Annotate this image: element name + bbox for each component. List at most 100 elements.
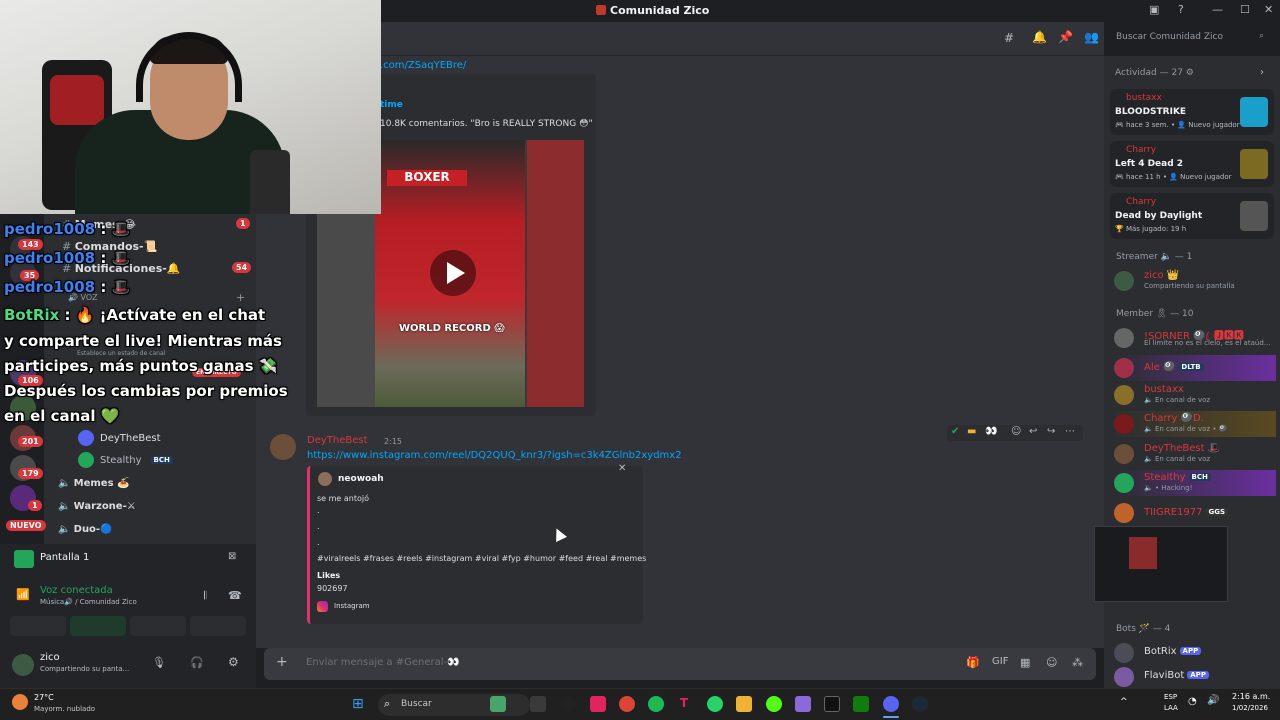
message-link[interactable]: .com/ZSaqYEBre/ bbox=[380, 60, 466, 71]
apps-icon[interactable]: ⁂ bbox=[1072, 656, 1083, 669]
minimize-button[interactable]: — bbox=[1212, 3, 1223, 16]
weather-desc: Mayorm. nublado bbox=[34, 705, 96, 713]
reply-icon[interactable]: ↩ bbox=[1029, 426, 1037, 437]
taskbar-search[interactable]: ⌕ Buscar bbox=[378, 694, 530, 716]
avatar bbox=[318, 472, 332, 486]
stop-share-icon[interactable]: ⊠ bbox=[228, 551, 236, 562]
folder-icon[interactable] bbox=[736, 696, 752, 712]
windows-start-icon[interactable]: ⊞ bbox=[352, 696, 364, 712]
bell-icon[interactable]: 🔔 bbox=[1032, 30, 1047, 44]
voice-user[interactable]: DeyTheBest bbox=[78, 430, 161, 446]
pin-icon[interactable]: 📌 bbox=[1058, 30, 1073, 44]
gear-icon[interactable]: ⚙ bbox=[228, 655, 239, 669]
add-reaction-icon[interactable]: ☺ bbox=[1011, 426, 1021, 437]
member-item[interactable]: Charry 🎱D. 🔈 En canal de voz • 🎱 bbox=[1114, 411, 1276, 437]
tray-chevron-icon[interactable]: ^ bbox=[1120, 697, 1128, 707]
taskbar-app-icon[interactable] bbox=[561, 696, 577, 712]
activity-card[interactable]: Charry Dead by Daylight 🏆 Más jugado: 19… bbox=[1110, 193, 1274, 239]
maximize-button[interactable]: ☐ bbox=[1240, 3, 1250, 16]
taskbar-app-icon[interactable]: T bbox=[676, 696, 692, 712]
more-icon[interactable]: ⋯ bbox=[1065, 426, 1075, 437]
discord-icon[interactable] bbox=[883, 696, 899, 712]
voice-channel-duo[interactable]: 🔈 Duo-🔵 bbox=[58, 524, 113, 535]
close-embed-icon[interactable]: ✕ bbox=[618, 463, 626, 474]
streamer-header: Streamer 🔈 — 1 bbox=[1116, 252, 1193, 262]
embed-provider[interactable]: time bbox=[380, 100, 403, 110]
help-icon[interactable]: ? bbox=[1178, 3, 1184, 16]
chevron-right-icon[interactable]: › bbox=[1260, 67, 1264, 78]
close-button[interactable]: ✕ bbox=[1264, 3, 1273, 16]
screen-preview[interactable] bbox=[1094, 526, 1228, 602]
message-author[interactable]: DeyTheBest bbox=[307, 435, 368, 446]
volume-icon[interactable]: 🔊 bbox=[1207, 695, 1219, 706]
sticker-icon[interactable]: ▦ bbox=[1020, 656, 1030, 669]
voice-channel-memes[interactable]: 🔈 Memes 🍝 bbox=[58, 478, 129, 489]
whatsapp-icon[interactable] bbox=[707, 696, 723, 712]
activity-card[interactable]: Charry Left 4 Dead 2 🎮 hace 11 h • 👤 Nue… bbox=[1110, 141, 1274, 187]
add-attachment-icon[interactable]: + bbox=[276, 654, 288, 670]
taskbar-app-icon[interactable] bbox=[795, 696, 811, 712]
activities-button[interactable] bbox=[130, 616, 186, 636]
member-item[interactable]: !SORNER 🎱ꦿ🅹🅺🅺 El limite no es el cielo, e… bbox=[1114, 325, 1276, 351]
voice-channel-warzone[interactable]: 🔈 Warzone-⚔ bbox=[58, 501, 136, 512]
member-item[interactable]: zico 👑 Compartiendo su pantalla bbox=[1114, 268, 1276, 294]
weather-icon[interactable] bbox=[12, 694, 28, 710]
embed-author[interactable]: neowoah bbox=[338, 474, 384, 484]
flag-reaction-icon[interactable]: ▬ bbox=[967, 426, 976, 437]
eyes-reaction-icon[interactable]: 👀 bbox=[985, 426, 997, 437]
wifi-icon[interactable]: ◔ bbox=[1188, 696, 1197, 707]
member-item[interactable]: bustaxx 🔈 En canal de voz bbox=[1114, 382, 1276, 408]
search-input[interactable]: Buscar Comunidad Zico ⌕ bbox=[1110, 28, 1270, 48]
tiktok-icon[interactable] bbox=[590, 696, 606, 712]
kick-icon[interactable] bbox=[766, 696, 782, 712]
member-item[interactable]: Ale 🎱 DLTB bbox=[1114, 355, 1276, 381]
member-item[interactable]: DeyTheBest 🎩 🔈 En canal de voz bbox=[1114, 441, 1276, 467]
member-item[interactable]: BotRix APP bbox=[1114, 640, 1276, 666]
search-icon: ⌕ bbox=[384, 697, 391, 710]
voice-status[interactable]: Voz conectada bbox=[40, 585, 113, 596]
capcut-icon[interactable] bbox=[824, 696, 840, 712]
threads-icon[interactable]: # bbox=[1004, 31, 1014, 45]
message-time: 2:15 bbox=[384, 437, 402, 446]
gift-icon[interactable]: 🎁 bbox=[966, 656, 980, 669]
inbox-icon[interactable]: ▣ bbox=[1149, 3, 1159, 16]
stream-button[interactable] bbox=[70, 616, 126, 636]
voice-user[interactable]: Stealthy BCH bbox=[78, 452, 173, 468]
forward-icon[interactable]: ↪ bbox=[1047, 426, 1055, 437]
emoji-icon[interactable]: ☺ bbox=[1046, 656, 1057, 669]
screen-share-icon bbox=[14, 550, 34, 568]
headphones-icon[interactable]: 🎧 bbox=[190, 656, 204, 669]
steam-icon[interactable] bbox=[912, 696, 928, 712]
member-item[interactable]: Stealthy BCH 🔈 • Hacking! bbox=[1114, 470, 1276, 496]
taskbar-app-icon[interactable] bbox=[490, 696, 506, 712]
members-icon[interactable]: 👥 bbox=[1084, 30, 1099, 44]
taskbar-app-icon[interactable] bbox=[530, 696, 546, 712]
chat-header: # 🔔 📌 👥 bbox=[256, 22, 1104, 56]
member-item[interactable]: TIIGRE1977 GGS bbox=[1114, 500, 1276, 526]
member-item[interactable]: FlaviBot APP bbox=[1114, 664, 1276, 690]
play-button[interactable] bbox=[430, 250, 476, 296]
message-link[interactable]: https://www.instagram.com/reel/DQ2QUQ_kn… bbox=[307, 450, 682, 461]
check-reaction-icon[interactable]: ✔ bbox=[951, 426, 959, 437]
avatar bbox=[1114, 503, 1134, 523]
message-composer[interactable]: + Enviar mensaje a #General-👀 🎁 GIF ▦ ☺ … bbox=[264, 648, 1096, 680]
noise-icon[interactable]: 𝄃 bbox=[204, 589, 206, 603]
mic-icon[interactable]: 🎙 bbox=[152, 656, 166, 669]
disconnect-icon[interactable]: ☎ bbox=[228, 589, 242, 602]
activity-card[interactable]: bustaxx BLOODSTRIKE 🎮 hace 3 sem. • 👤 Nu… bbox=[1110, 89, 1274, 135]
xbox-icon[interactable] bbox=[853, 696, 869, 712]
weather-temp[interactable]: 27°C bbox=[34, 693, 54, 702]
avatar[interactable] bbox=[270, 434, 296, 460]
embed-dot: . bbox=[317, 506, 320, 515]
avatar[interactable] bbox=[12, 654, 34, 676]
avatar bbox=[1114, 358, 1134, 378]
soundboard-button[interactable] bbox=[190, 616, 246, 636]
camera-button[interactable] bbox=[10, 616, 66, 636]
chrome-icon[interactable] bbox=[619, 696, 635, 712]
clock-time[interactable]: 2:16 a.m. bbox=[1232, 692, 1270, 701]
spotify-icon[interactable] bbox=[648, 696, 664, 712]
language-code[interactable]: ESP bbox=[1164, 693, 1177, 701]
signal-icon: 📶 bbox=[16, 588, 30, 601]
gif-icon[interactable]: GIF bbox=[992, 656, 1008, 667]
add-channel-icon[interactable]: + bbox=[236, 291, 245, 304]
